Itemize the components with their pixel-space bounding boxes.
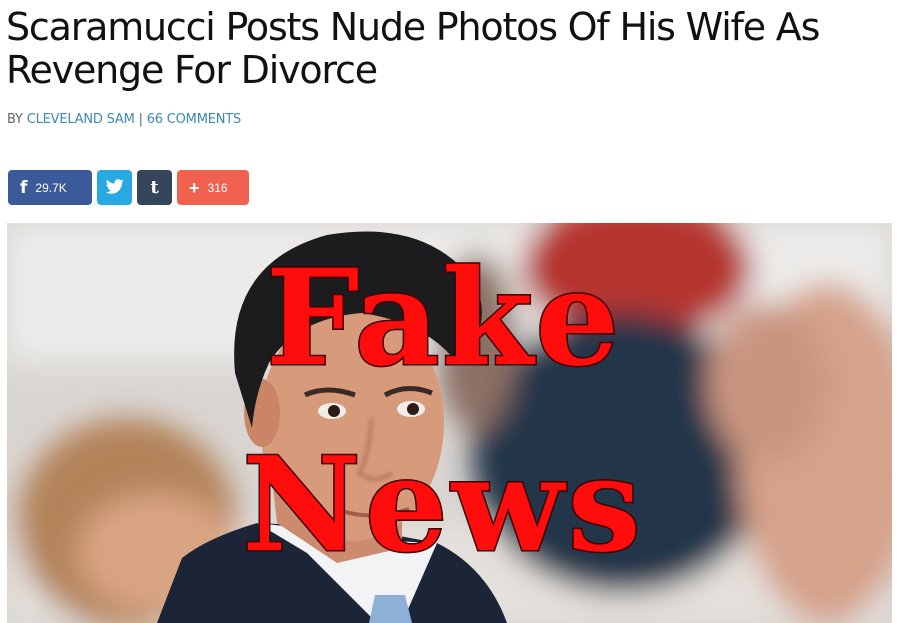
fake-overlay-text: Fake — [264, 240, 622, 398]
tumblr-icon: t — [150, 177, 159, 198]
author-link[interactable]: CLEVELAND SAM — [27, 112, 135, 127]
more-share-button[interactable]: + 316 — [177, 170, 249, 205]
facebook-share-button[interactable]: f 29.7K — [8, 170, 92, 205]
twitter-icon — [105, 178, 124, 197]
byline-prefix: BY — [7, 112, 23, 127]
article-byline: BY CLEVELAND SAM | 66 COMMENTS — [7, 112, 241, 127]
tumblr-share-button[interactable]: t — [137, 170, 172, 205]
facebook-icon: f — [20, 177, 28, 198]
hero-image: Fake News — [7, 223, 892, 623]
plus-icon: + — [189, 177, 200, 198]
more-share-count: 316 — [207, 180, 228, 195]
facebook-share-count: 29.7K — [35, 180, 67, 195]
twitter-share-button[interactable] — [97, 170, 132, 205]
article-headline: Scaramucci Posts Nude Photos Of His Wife… — [6, 5, 820, 92]
comments-link[interactable]: 66 COMMENTS — [147, 112, 242, 127]
byline-separator: | — [138, 112, 143, 127]
news-overlay-text: News — [241, 427, 645, 583]
